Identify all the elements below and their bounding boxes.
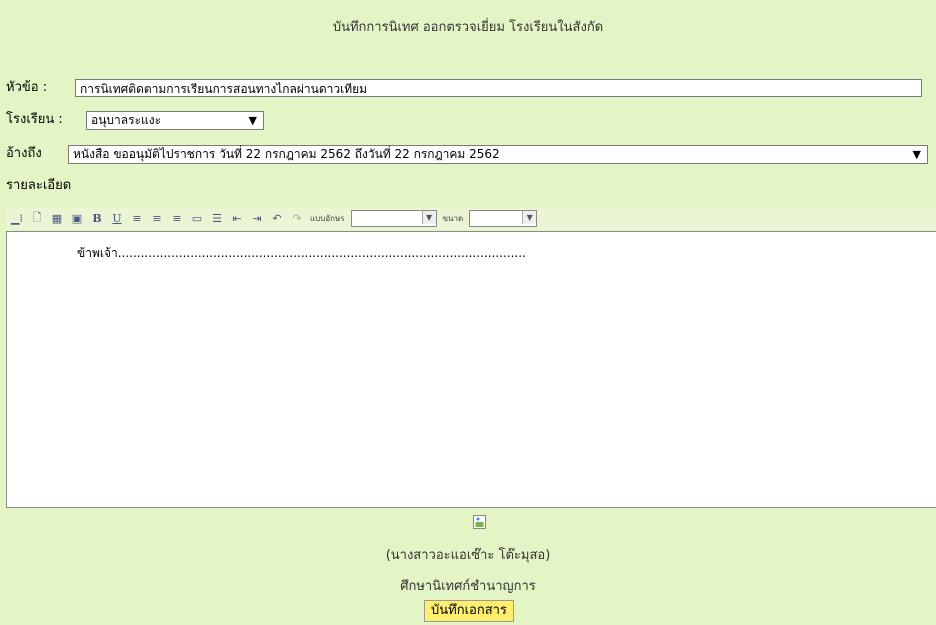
page-title: บันทึกการนิเทศ ออกตรวจเยี่ยม โรงเรียนในส… <box>332 20 604 35</box>
preview-icon[interactable]: 🗋 <box>30 211 44 225</box>
details-label: รายละเอียด <box>6 178 72 193</box>
signer-position: ศึกษานิเทศก์ชำนาญการ <box>400 579 536 594</box>
school-label: โรงเรียน : <box>6 112 63 127</box>
outdent-icon[interactable]: ⇤ <box>230 211 244 225</box>
dropdown-arrow-icon: ▼ <box>421 210 436 224</box>
reference-row: อ้างถึง <box>6 144 42 164</box>
underline-icon[interactable]: U <box>110 211 124 225</box>
reference-select[interactable]: หนังสือ ขออนุมัติไปราชการ วันที่ 22 กรกฎ… <box>68 145 928 164</box>
reference-label: อ้างถึง <box>6 146 42 161</box>
indent-icon[interactable]: ⇥ <box>250 211 264 225</box>
save-document-button[interactable]: บันทึกเอกสาร <box>424 600 514 622</box>
editor-content: ข้าพเจ้า................................… <box>77 246 526 260</box>
topic-input[interactable]: การนิเทศติดตามการเรียนการสอนทางไกลผ่านดา… <box>75 79 922 97</box>
paste-icon[interactable]: ▣ <box>70 211 84 225</box>
school-select[interactable]: อนุบาลระแงะ ▼ <box>86 111 264 130</box>
size-select[interactable]: ▼ <box>469 209 538 227</box>
school-row: โรงเรียน : <box>6 110 63 130</box>
bold-icon[interactable]: B <box>90 211 104 225</box>
details-editor[interactable]: ข้าพเจ้า................................… <box>6 231 936 508</box>
align-center-icon[interactable]: ≡ <box>150 211 164 225</box>
undo-icon[interactable]: ↶ <box>270 211 284 225</box>
font-select[interactable]: ▼ <box>350 209 437 227</box>
align-right-icon[interactable]: ≡ <box>170 211 184 225</box>
table-icon[interactable]: ▦ <box>50 211 64 225</box>
dropdown-arrow-icon: ▼ <box>522 210 537 224</box>
topic-input-value: การนิเทศติดตามการเรียนการสอนทางไกลผ่านดา… <box>80 82 368 96</box>
list-icon[interactable]: ☰ <box>210 211 224 225</box>
size-label: ขนาด <box>442 213 464 223</box>
reference-select-value: หนังสือ ขออนุมัติไปราชการ วันที่ 22 กรกฎ… <box>73 147 500 161</box>
align-left-icon[interactable]: ≡ <box>130 211 144 225</box>
signature-image-icon <box>473 515 486 529</box>
topic-row: หัวข้อ : <box>6 78 47 98</box>
font-label: แบบอักษร <box>310 213 345 223</box>
dropdown-arrow-icon: ▼ <box>912 148 921 161</box>
signer-name: (นางสาวอะแอเซ๊าะ โต๊ะมุสอ) <box>385 548 551 563</box>
dropdown-arrow-icon: ▼ <box>248 114 257 127</box>
school-select-value: อนุบาลระแงะ <box>91 113 162 127</box>
box-icon[interactable]: ▭ <box>190 211 204 225</box>
toolbar-handle-icon: ▁⁞ <box>11 211 23 225</box>
topic-label: หัวข้อ : <box>6 80 48 95</box>
editor-toolbar: ▁⁞ 🗋 ▦ ▣ B U ≡ ≡ ≡ ▭ ☰ ⇤ ⇥ ↶ ↷ แบบอักษร … <box>6 207 936 229</box>
redo-icon[interactable]: ↷ <box>290 211 304 225</box>
form-page: บันทึกการนิเทศ ออกตรวจเยี่ยม โรงเรียนในส… <box>0 0 936 625</box>
